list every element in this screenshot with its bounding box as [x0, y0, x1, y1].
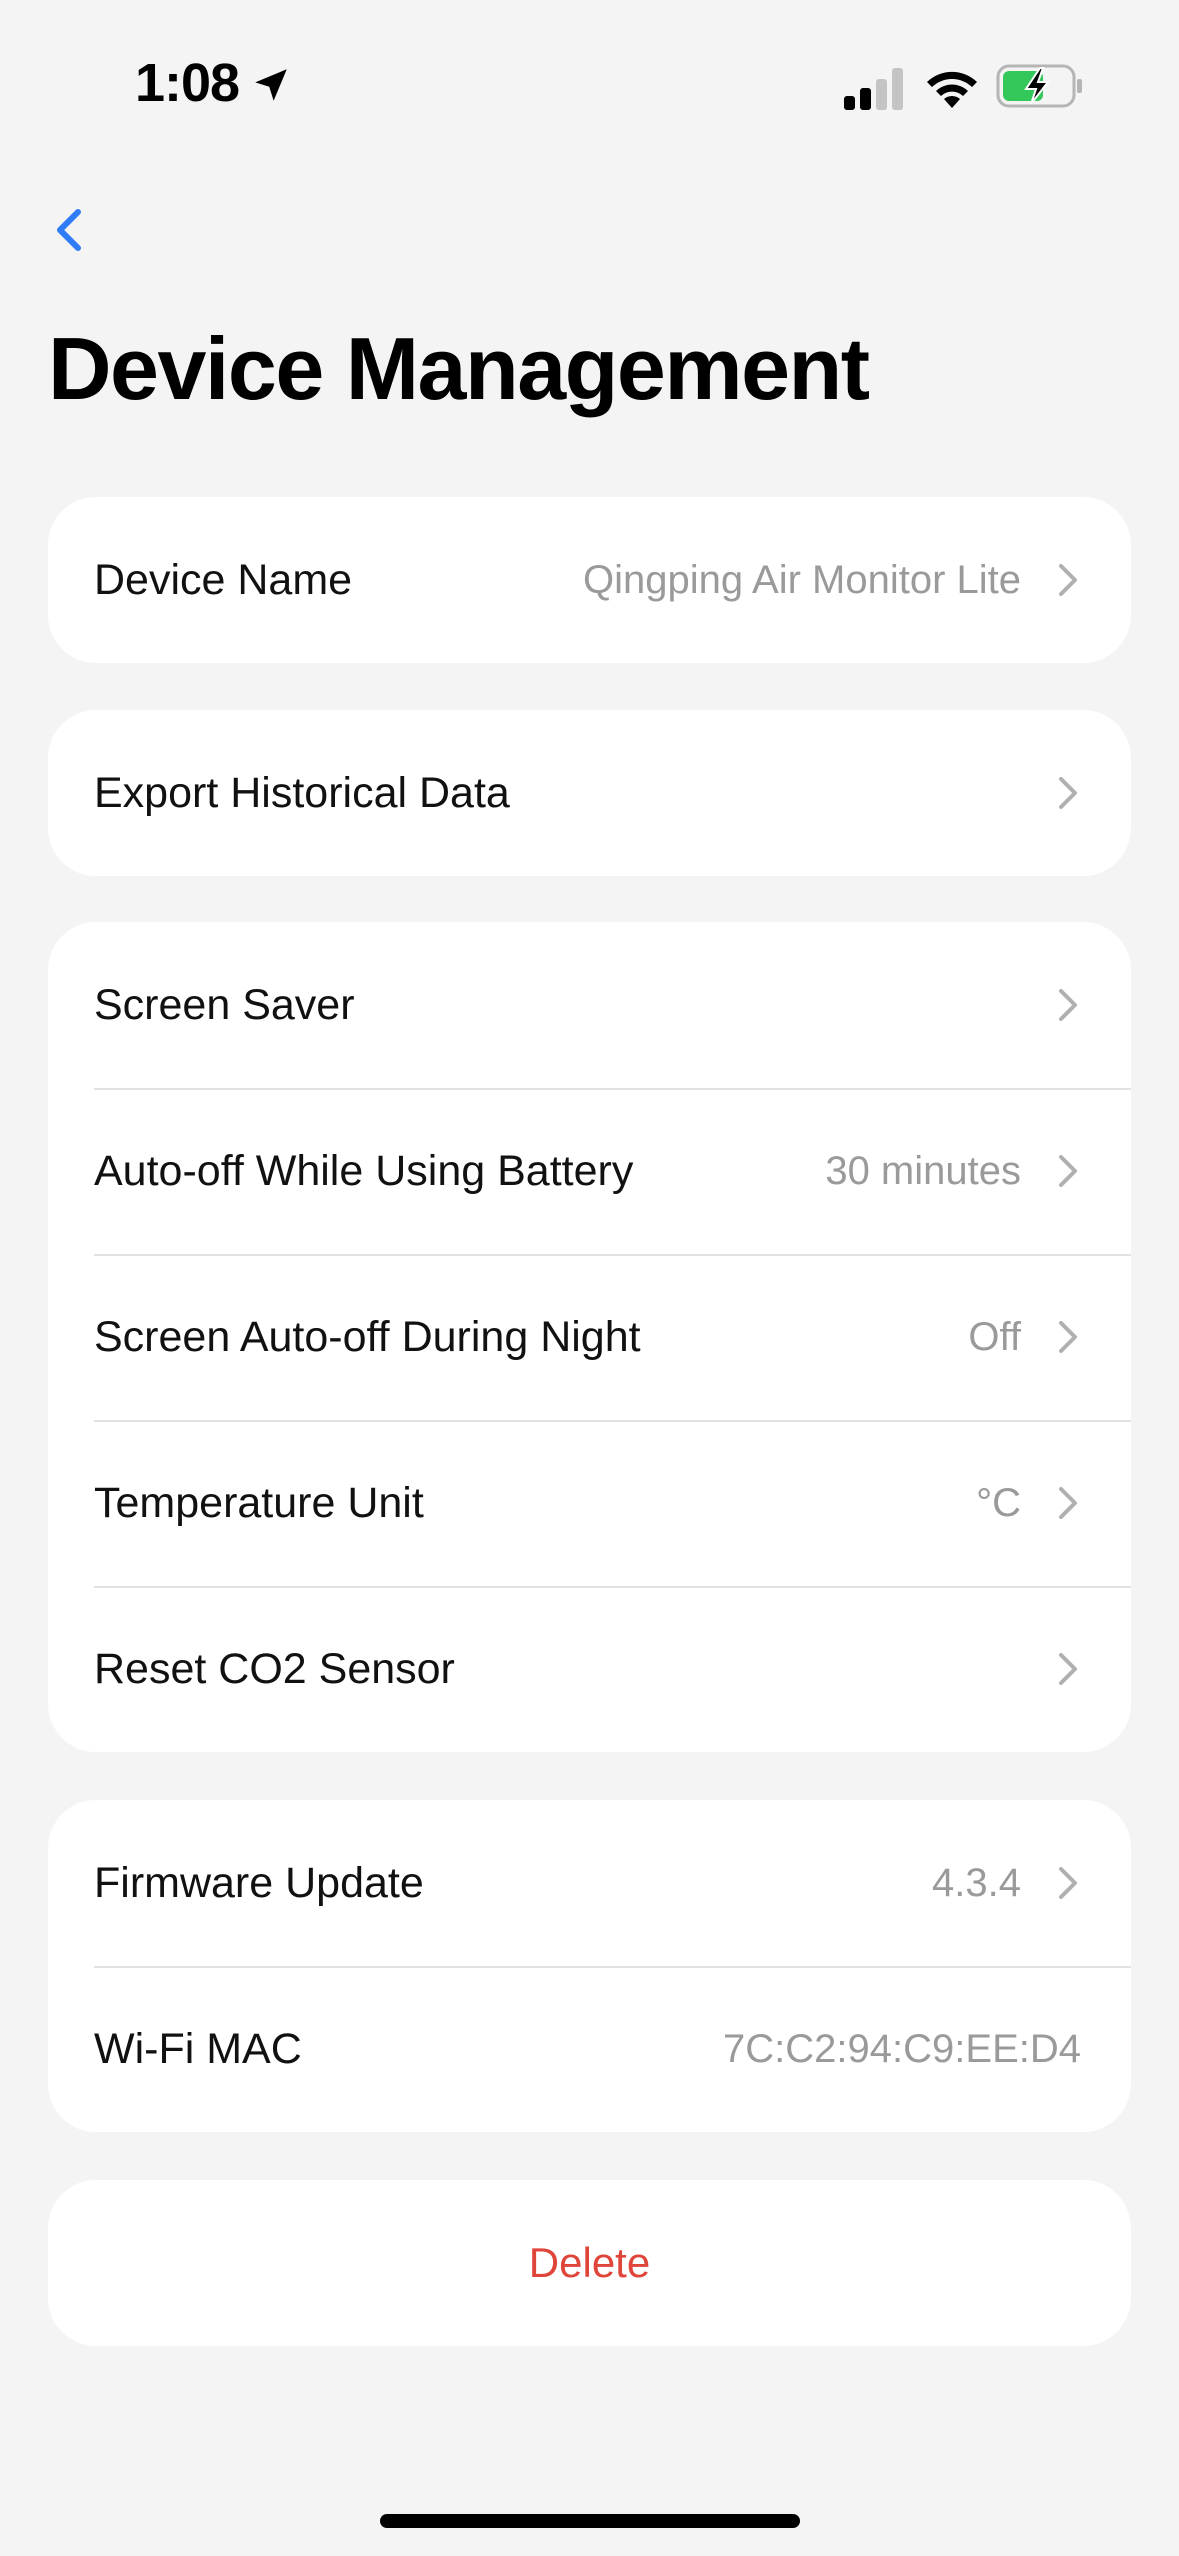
wifi-mac-label: Wi-Fi MAC	[94, 2025, 302, 2073]
page-title: Device Management	[48, 319, 870, 418]
wifi-mac-row: Wi-Fi MAC 7C:C2:94:C9:EE:D4	[48, 1966, 1131, 2132]
device-info-card: Firmware Update 4.3.4 Wi-Fi MAC 7C:C2:94…	[48, 1800, 1131, 2132]
wifi-icon	[927, 71, 977, 108]
chevron-right-icon	[1059, 989, 1077, 1021]
auto-off-battery-row[interactable]: Auto-off While Using Battery 30 minutes	[48, 1088, 1131, 1254]
reset-co2-sensor-label: Reset CO2 Sensor	[94, 1645, 455, 1693]
screen-auto-off-night-label: Screen Auto-off During Night	[94, 1313, 641, 1361]
back-button[interactable]	[40, 190, 100, 270]
firmware-update-row[interactable]: Firmware Update 4.3.4	[48, 1800, 1131, 1966]
screen-auto-off-night-row[interactable]: Screen Auto-off During Night Off	[48, 1254, 1131, 1420]
screen-saver-label: Screen Saver	[94, 981, 355, 1029]
device-name-label: Device Name	[94, 556, 353, 604]
device-name-value: Qingping Air Monitor Lite	[582, 557, 1021, 602]
export-historical-data-row[interactable]: Export Historical Data	[48, 710, 1131, 876]
delete-label: Delete	[528, 2239, 651, 2286]
cellular-signal-icon	[844, 68, 903, 110]
reset-co2-sensor-row[interactable]: Reset CO2 Sensor	[48, 1586, 1131, 1752]
temperature-unit-label: Temperature Unit	[94, 1479, 424, 1527]
chevron-right-icon	[1059, 777, 1077, 809]
wifi-mac-value: 7C:C2:94:C9:EE:D4	[723, 2026, 1081, 2071]
delete-button[interactable]: Delete	[48, 2180, 1131, 2346]
device-name-card: Device Name Qingping Air Monitor Lite	[48, 497, 1131, 663]
device-name-row[interactable]: Device Name Qingping Air Monitor Lite	[48, 497, 1131, 663]
device-management-screen: 1:08 Device Management Device Name Qingp…	[0, 0, 1179, 2556]
export-historical-data-label: Export Historical Data	[94, 769, 510, 817]
screen-auto-off-night-value: Off	[968, 1314, 1021, 1359]
export-card: Export Historical Data	[48, 710, 1131, 876]
firmware-version-value: 4.3.4	[932, 1860, 1021, 1905]
battery-charging-icon	[996, 64, 1082, 108]
chevron-right-icon	[1059, 1155, 1077, 1187]
auto-off-battery-label: Auto-off While Using Battery	[94, 1147, 634, 1195]
temperature-unit-value: °C	[976, 1480, 1021, 1525]
location-arrow-icon	[255, 69, 287, 101]
auto-off-battery-value: 30 minutes	[825, 1148, 1021, 1193]
screen-saver-row[interactable]: Screen Saver	[48, 922, 1131, 1088]
home-indicator	[380, 2514, 800, 2528]
status-bar: 1:08	[0, 0, 1179, 150]
screen-settings-card: Screen Saver Auto-off While Using Batter…	[48, 922, 1131, 1752]
chevron-right-icon	[1059, 1867, 1077, 1899]
firmware-update-label: Firmware Update	[94, 1859, 424, 1907]
delete-card: Delete	[48, 2180, 1131, 2346]
status-time: 1:08	[135, 53, 240, 113]
temperature-unit-row[interactable]: Temperature Unit °C	[48, 1420, 1131, 1586]
chevron-right-icon	[1059, 564, 1077, 596]
chevron-right-icon	[1059, 1487, 1077, 1519]
chevron-right-icon	[1059, 1653, 1077, 1685]
chevron-right-icon	[1059, 1321, 1077, 1353]
